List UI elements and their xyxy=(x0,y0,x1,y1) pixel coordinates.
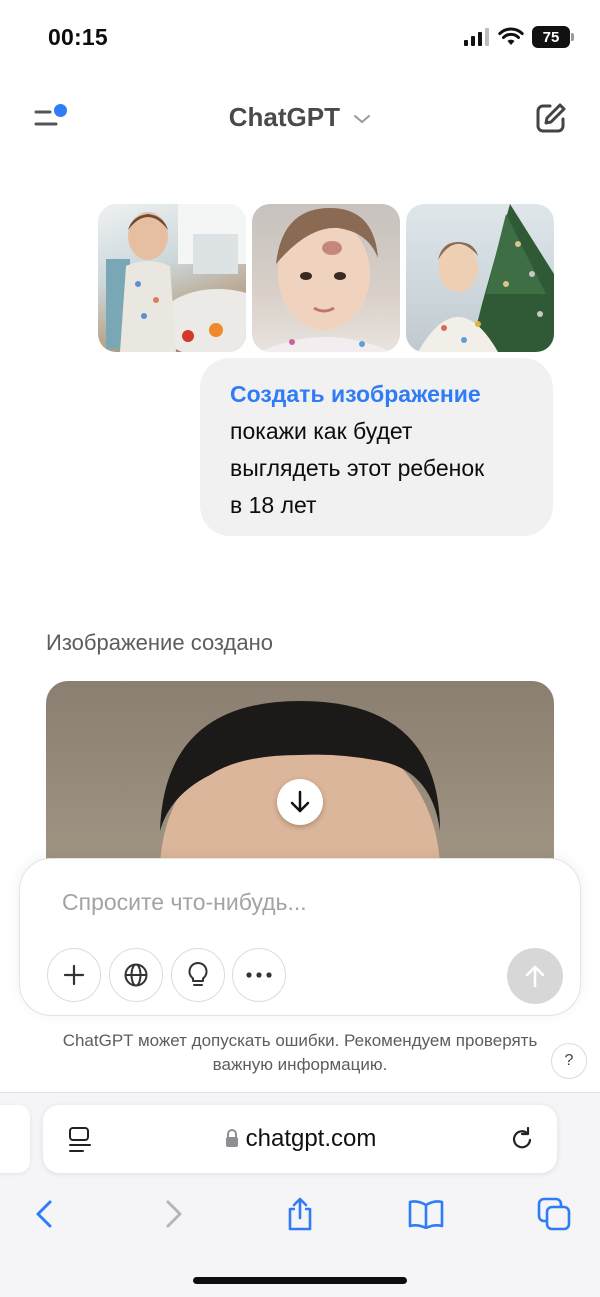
reason-button[interactable] xyxy=(171,948,225,1002)
status-time: 00:15 xyxy=(48,24,108,50)
back-button[interactable] xyxy=(24,1194,64,1234)
plus-icon xyxy=(63,964,85,986)
generated-portrait-image xyxy=(160,701,440,871)
app-title: ChatGPT xyxy=(228,102,340,132)
uploaded-photo[interactable] xyxy=(252,204,400,352)
tool-label[interactable]: Создать изображение xyxy=(230,376,527,413)
lock-icon xyxy=(225,1129,238,1147)
child-face-image xyxy=(260,208,392,352)
disclaimer-line-1: ChatGPT может допускать ошибки. Рекоменд… xyxy=(62,1031,538,1050)
reload-icon[interactable] xyxy=(509,1125,535,1153)
disclaimer-line-2: важную информацию. xyxy=(212,1055,388,1074)
url-text: chatgpt.com xyxy=(245,1125,377,1152)
ellipsis-icon xyxy=(246,972,272,978)
child-christmas-tree-image xyxy=(418,204,554,352)
arrow-up-icon xyxy=(525,965,545,988)
bookmarks-button[interactable] xyxy=(406,1194,446,1234)
web-search-button[interactable] xyxy=(109,948,163,1002)
chevron-down-icon xyxy=(354,115,371,124)
home-indicator xyxy=(193,1277,407,1284)
battery-indicator: 75 xyxy=(532,26,574,48)
forward-button[interactable] xyxy=(154,1194,194,1234)
uploaded-photo[interactable] xyxy=(98,204,246,352)
tabs-button[interactable] xyxy=(534,1194,574,1234)
message-composer: Спросите что-нибудь... xyxy=(19,858,581,1016)
share-icon xyxy=(288,1197,312,1231)
previous-tab[interactable] xyxy=(0,1105,30,1173)
user-message-text: покажи как будет выглядеть этот ребенок … xyxy=(230,418,485,518)
more-tools-button[interactable] xyxy=(232,948,286,1002)
image-created-status: Изображение создано xyxy=(46,630,273,655)
disclaimer: ChatGPT может допускать ошибки. Рекоменд… xyxy=(0,1029,600,1077)
help-button[interactable]: ? xyxy=(551,1043,587,1079)
generated-image[interactable] xyxy=(46,681,554,871)
url-host: chatgpt.com xyxy=(43,1125,557,1153)
attach-button[interactable] xyxy=(47,948,101,1002)
chevron-right-icon xyxy=(166,1200,182,1228)
lightbulb-icon xyxy=(188,961,208,986)
child-photo-image xyxy=(106,204,246,352)
uploaded-photo[interactable] xyxy=(406,204,554,352)
user-message-bubble: Создать изображение покажи как будет выг… xyxy=(200,358,553,536)
uploaded-images xyxy=(98,204,554,352)
scroll-down-button[interactable] xyxy=(277,779,323,825)
address-bar[interactable]: chatgpt.com xyxy=(43,1105,557,1173)
globe-icon xyxy=(124,963,148,987)
arrow-down-icon xyxy=(290,790,310,813)
tabs-icon xyxy=(537,1197,571,1231)
chevron-left-icon xyxy=(36,1200,52,1228)
model-selector[interactable]: ChatGPT xyxy=(0,102,600,133)
wifi-icon xyxy=(498,27,524,45)
book-icon xyxy=(408,1200,444,1229)
message-input[interactable]: Спросите что-нибудь... xyxy=(62,889,307,916)
compose-icon xyxy=(536,103,566,133)
status-icons: 75 xyxy=(464,26,574,48)
share-button[interactable] xyxy=(280,1194,320,1234)
new-chat-button[interactable] xyxy=(534,101,568,135)
send-button[interactable] xyxy=(507,948,563,1004)
cellular-signal-icon xyxy=(464,28,489,46)
